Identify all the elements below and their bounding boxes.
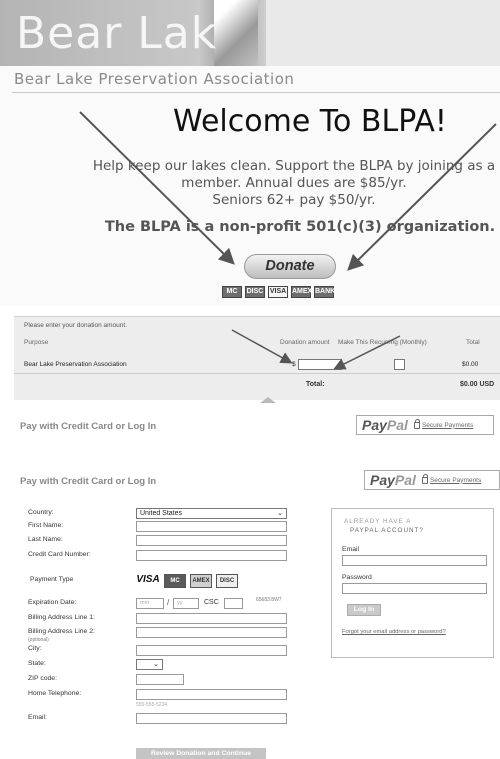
country-select[interactable]: United States ⌄: [136, 508, 287, 519]
forgot-credentials-link[interactable]: Forgot your email address or password?: [342, 629, 446, 635]
phone-label: Home Telephone:: [28, 690, 82, 697]
state-select[interactable]: ⌄: [136, 659, 163, 670]
pay-heading: Pay with Credit Card or Log In: [20, 476, 157, 487]
amex-icon: AMEX: [291, 286, 312, 298]
bank-icon: BANK: [314, 286, 335, 298]
banner-photo: [266, 0, 500, 66]
visa-icon: VISA: [136, 574, 160, 585]
city-label: City:: [28, 645, 42, 652]
last-name-label: Last Name:: [28, 536, 63, 543]
login-button[interactable]: Log In: [347, 604, 381, 616]
expiration-label: Expiration Date:: [28, 599, 77, 606]
card-number-label: Credit Card Number:: [28, 551, 91, 558]
column-donation-amount: Donation amount: [280, 339, 330, 346]
csc-input[interactable]: [224, 598, 243, 609]
purpose-cell: Bear Lake Preservation Association: [24, 361, 127, 368]
cart-divider: [14, 373, 500, 374]
row-total: $0.00: [462, 361, 479, 368]
paypal-badge: PayPal Secure Payments: [364, 470, 500, 490]
column-total: Total: [466, 339, 480, 346]
optional-note: (optional): [28, 637, 49, 643]
state-label: State:: [28, 660, 46, 667]
visa-icon: VISA: [268, 286, 288, 298]
donation-cart: Please enter your donation amount. Purpo…: [14, 316, 500, 403]
blurb-line: Seniors 62+ pay $50/yr.: [212, 192, 376, 208]
zip-label: ZIP code:: [28, 675, 57, 682]
city-input[interactable]: [136, 645, 287, 656]
total-value: $0.00 USD: [460, 381, 495, 388]
donate-button[interactable]: Donate: [244, 254, 336, 279]
payment-type-label: Payment Type: [30, 576, 74, 583]
site-subtitle: Bear Lake Preservation Association: [14, 70, 295, 88]
lock-icon: [413, 418, 421, 429]
discover-icon: DISC: [245, 286, 265, 298]
column-recurring: Make This Recurring (Monthly): [338, 339, 427, 346]
banner-title: Bear Lak: [16, 8, 218, 59]
login-title: ALREADY HAVE A PAYPAL ACCOUNT?: [344, 518, 424, 534]
recurring-checkbox[interactable]: [394, 359, 405, 370]
paypal-logo: PayPal: [362, 417, 408, 433]
country-label: Country:: [28, 509, 54, 516]
paypal-login-box: ALREADY HAVE A PAYPAL ACCOUNT? Email Pas…: [331, 508, 494, 658]
mastercard-icon: MC: [164, 574, 186, 588]
amex-icon: AMEX: [190, 574, 212, 588]
exp-year-input[interactable]: yy: [173, 598, 199, 609]
login-password-label: Password: [342, 574, 372, 581]
paypal-logo: PayPal: [370, 472, 416, 488]
payment-type-cards: VISA MC AMEX DISC: [136, 574, 238, 588]
phone-hint: 555-555-5234: [136, 702, 168, 708]
blurb-line: member. Annual dues are $85/yr.: [181, 175, 407, 191]
billing1-input[interactable]: [136, 613, 287, 624]
email-input[interactable]: [136, 713, 287, 724]
cart-pointer: [260, 397, 276, 403]
discover-icon: DISC: [216, 574, 238, 588]
mastercard-icon: MC: [222, 286, 242, 298]
first-name-label: First Name:: [28, 522, 64, 529]
csc-hint: 65683.8W7: [256, 597, 282, 603]
last-name-input[interactable]: [136, 535, 287, 546]
column-purpose: Purpose: [24, 339, 49, 346]
total-label: Total:: [306, 381, 325, 388]
accepted-cards: MC DISC VISA AMEX BANK: [222, 286, 335, 298]
blurb-line: Help keep our lakes clean. Support the B…: [92, 158, 496, 174]
welcome-heading: Welcome To BLPA!: [173, 104, 447, 139]
exp-separator: /: [167, 598, 170, 607]
currency-symbol: $: [292, 361, 296, 368]
lock-icon: [421, 473, 429, 484]
exp-month-input[interactable]: mm: [136, 598, 164, 609]
review-donation-button[interactable]: Review Donation and Continue: [136, 748, 266, 759]
billing2-input[interactable]: [136, 627, 287, 638]
login-email-label: Email: [342, 546, 359, 553]
chevron-down-icon: ⌄: [277, 510, 283, 517]
card-number-input[interactable]: [136, 550, 287, 561]
login-email-input[interactable]: [342, 555, 487, 566]
nonprofit-statement: The BLPA is a non-profit 501(c)(3) organ…: [104, 219, 496, 235]
paypal-badge-top: PayPal Secure Payments: [356, 415, 494, 435]
billing1-label: Billing Address Line 1:: [28, 614, 95, 621]
banner-graphic: [214, 0, 258, 66]
chevron-down-icon: ⌄: [153, 661, 159, 668]
secure-payments-link[interactable]: Secure Payments: [421, 473, 481, 484]
zip-input[interactable]: [136, 674, 184, 685]
site-banner: Bear Lak: [0, 0, 500, 66]
billing2-label: Billing Address Line 2:: [28, 628, 95, 635]
first-name-input[interactable]: [136, 521, 287, 532]
section-gap: [0, 438, 500, 448]
blpa-website-panel: Bear Lak Bear Lake Preservation Associat…: [0, 0, 500, 306]
membership-blurb: Help keep our lakes clean. Support the B…: [84, 158, 500, 209]
phone-input[interactable]: [136, 689, 287, 700]
login-password-input[interactable]: [342, 583, 487, 594]
cart-prompt: Please enter your donation amount.: [24, 322, 127, 329]
donation-amount-input[interactable]: [298, 359, 342, 370]
csc-label: CSC: [204, 599, 219, 606]
email-label: Email:: [28, 714, 47, 721]
header-divider: [12, 92, 500, 93]
pay-heading-top: Pay with Credit Card or Log In: [20, 421, 157, 432]
secure-payments-link[interactable]: Secure Payments: [413, 418, 473, 429]
